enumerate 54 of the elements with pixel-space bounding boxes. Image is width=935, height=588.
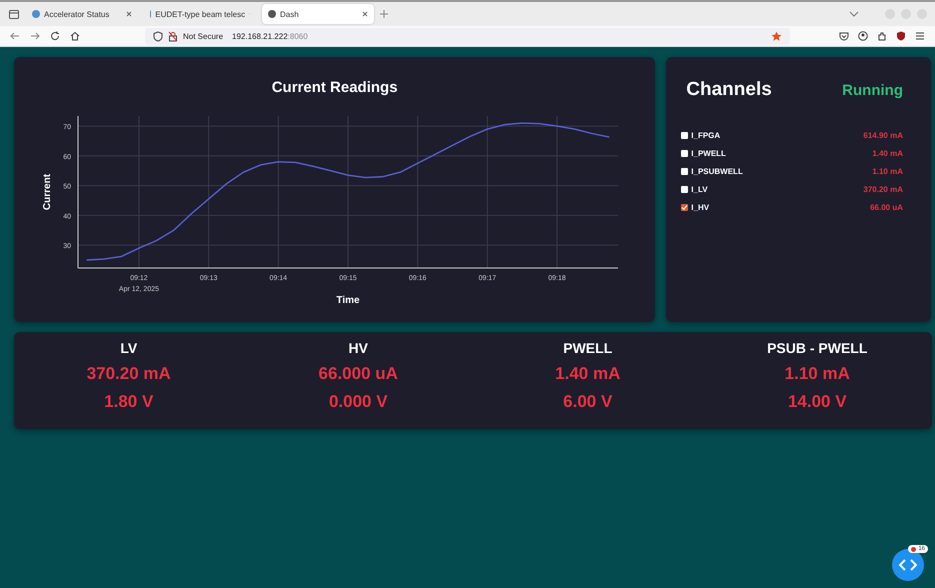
home-icon[interactable]: [70, 31, 80, 41]
checkbox[interactable]: [681, 204, 688, 210]
address-bar[interactable]: Not Secure 192.168.21.222:8060: [145, 28, 790, 44]
voltage-value: 1.80 V: [104, 392, 154, 412]
checkbox[interactable]: [681, 186, 688, 192]
reload-icon[interactable]: [50, 31, 60, 41]
current-value: 370.20 mA: [86, 364, 171, 384]
chart-title: Current Readings: [272, 79, 398, 96]
checkbox[interactable]: [681, 132, 688, 138]
channel-name: I_PWELL: [691, 148, 726, 158]
channel-value: 614.90 mA: [863, 130, 903, 140]
supply-name: HV: [348, 340, 368, 356]
shield-icon[interactable]: [896, 31, 906, 41]
pocket-icon[interactable]: [839, 31, 849, 41]
checkbox[interactable]: [681, 150, 688, 156]
voltage-value: 14.00 V: [788, 392, 847, 412]
browser-tab[interactable]: EUDET-type beam telesc: [144, 4, 256, 24]
security-label: Not Secure: [183, 32, 224, 40]
extensions-icon[interactable]: [877, 31, 887, 41]
shield-icon: [153, 30, 163, 42]
current-value: 1.40 mA: [555, 364, 620, 384]
current-value: 66.000 uA: [318, 364, 398, 384]
channel-name: I_HV: [691, 202, 710, 212]
forward-icon[interactable]: [30, 31, 40, 41]
channels-title: Channels: [686, 79, 772, 101]
supply-name: PSUB - PWELL: [767, 340, 868, 356]
y-axis-title: Current: [42, 174, 53, 210]
browser-tab[interactable]: Accelerator Status: [26, 4, 138, 24]
checkbox[interactable]: [681, 168, 688, 174]
tab-overview-icon[interactable]: [8, 8, 20, 20]
channel-name: I_FPGA: [691, 130, 720, 140]
channel-name: I_PSUBWELL: [691, 166, 743, 176]
channel-name: I_LV: [691, 184, 708, 194]
back-icon[interactable]: [10, 31, 20, 41]
channel-value: 1.10 mA: [872, 166, 903, 176]
star-icon[interactable]: [771, 30, 782, 42]
x-axis-title: Time: [336, 295, 360, 306]
voltage-value: 6.00 V: [563, 392, 612, 412]
code-brackets-icon: [899, 559, 917, 571]
new-tab-icon[interactable]: [380, 10, 388, 18]
menu-icon[interactable]: [915, 31, 925, 41]
supply-name: LV: [120, 340, 138, 356]
channel-value: 66.00 uA: [870, 202, 903, 212]
channel-value: 370.20 mA: [863, 184, 903, 194]
status-label: Running: [842, 82, 903, 98]
channel-value: 1.40 mA: [872, 148, 903, 158]
account-icon[interactable]: [858, 31, 868, 41]
supply-name: PWELL: [563, 340, 612, 356]
chevron-down-icon[interactable]: [849, 11, 859, 17]
url-text: 192.168.21.222:8060: [232, 32, 308, 40]
current-value: 1.10 mA: [784, 364, 850, 384]
lock-icon: [168, 30, 178, 42]
browser-tab[interactable]: Dash: [262, 4, 374, 24]
voltage-value: 0.000 V: [328, 392, 388, 412]
